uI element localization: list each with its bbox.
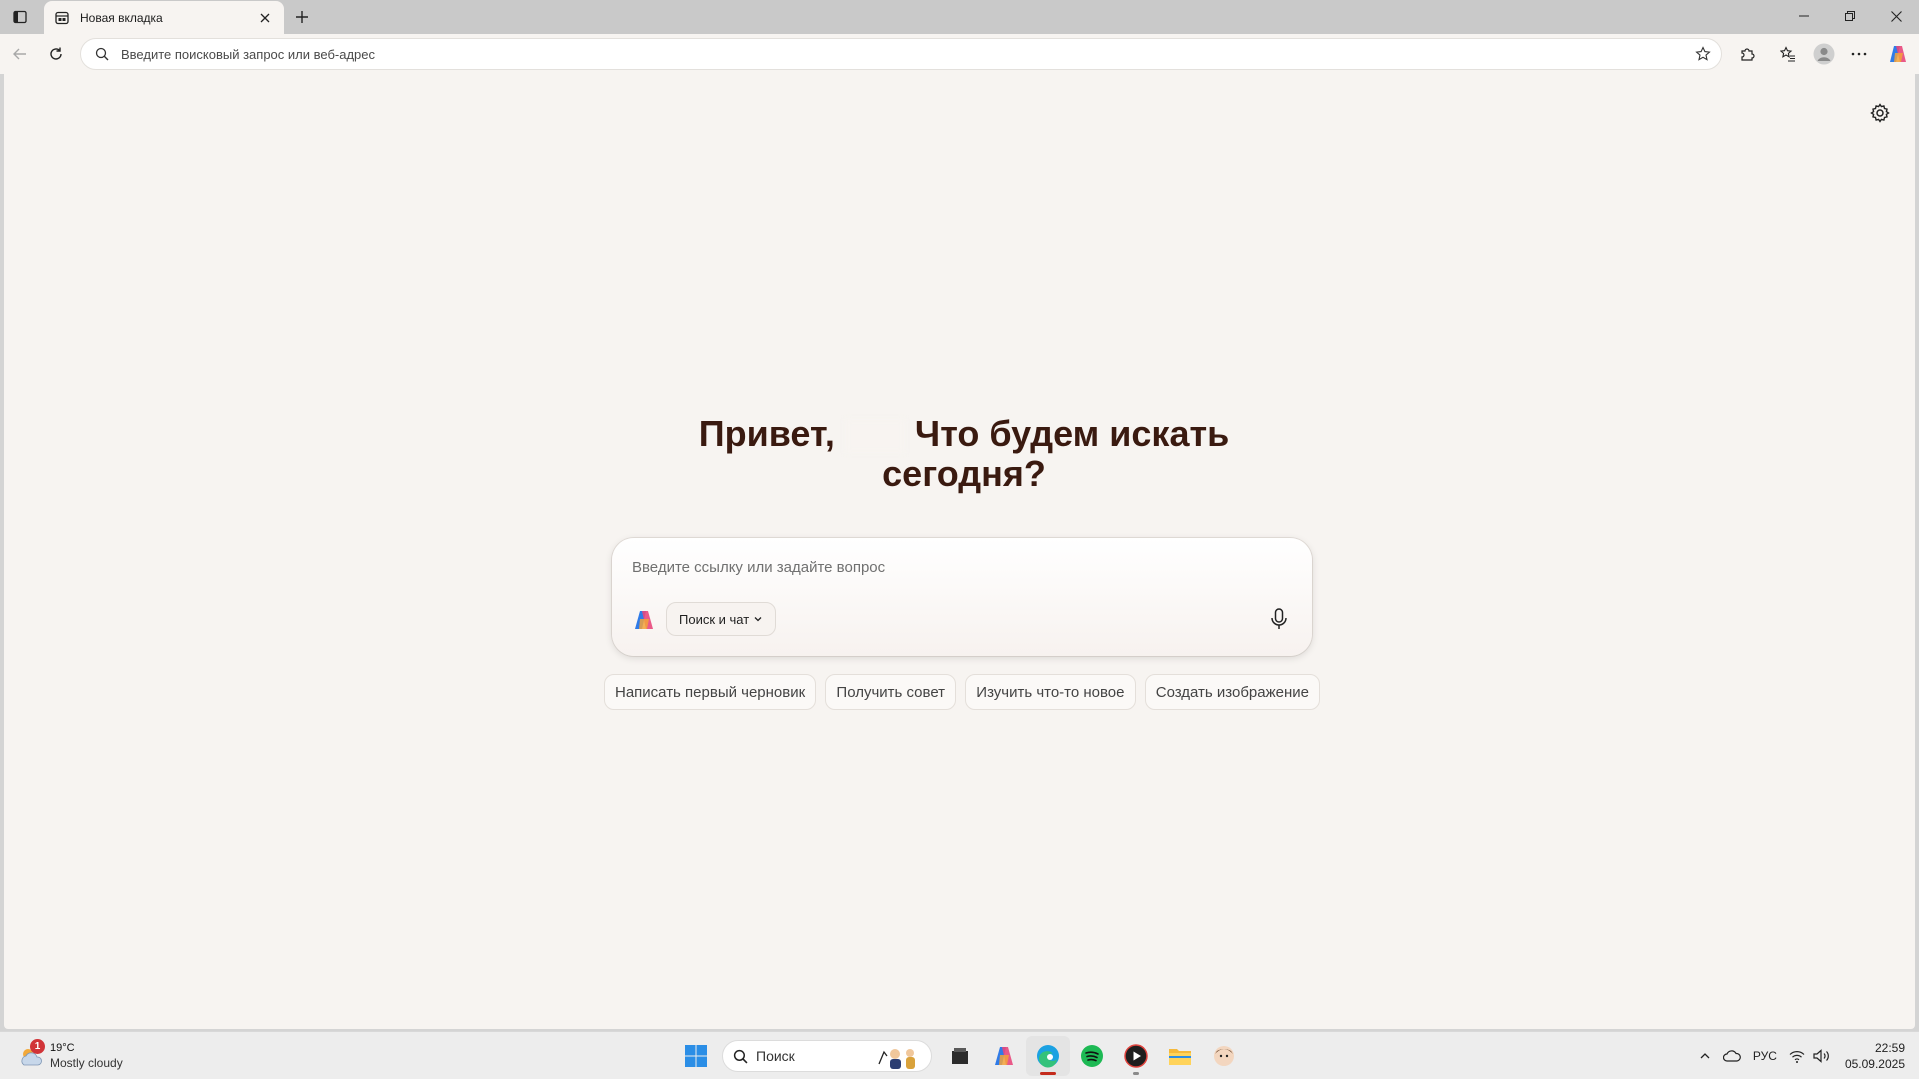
network-volume-button[interactable] bbox=[1783, 1036, 1837, 1076]
copilot-composer: Поиск и чат bbox=[612, 538, 1312, 656]
taskbar-search[interactable]: Поиск bbox=[722, 1040, 932, 1072]
weather-temperature: 19°C bbox=[50, 1042, 75, 1054]
chevron-up-icon bbox=[1700, 1053, 1710, 1059]
refresh-button[interactable] bbox=[42, 40, 70, 68]
star-icon bbox=[1695, 46, 1711, 61]
system-tray: РУС 22:59 05.09.2025 bbox=[1693, 1036, 1919, 1076]
gear-icon bbox=[1870, 103, 1890, 123]
back-button[interactable] bbox=[6, 40, 34, 68]
show-hidden-icons-button[interactable] bbox=[1693, 1036, 1717, 1076]
weather-badge: 1 bbox=[30, 1039, 45, 1054]
taskbar: 1 19°C Mostly cloudy Поиск РУС 22:59 05.… bbox=[0, 1031, 1919, 1079]
new-tab-button[interactable] bbox=[290, 5, 314, 29]
more-horizontal-icon bbox=[1851, 52, 1867, 56]
language-indicator[interactable]: РУС bbox=[1747, 1036, 1783, 1076]
weather-description: Mostly cloudy bbox=[50, 1056, 123, 1070]
tab-title: Новая вкладка bbox=[80, 10, 163, 25]
extensions-button[interactable] bbox=[1733, 40, 1761, 68]
taskbar-edge-app[interactable] bbox=[1026, 1036, 1070, 1076]
chip-get-advice[interactable]: Получить совет bbox=[825, 674, 957, 710]
microphone-icon bbox=[1271, 608, 1287, 629]
refresh-icon bbox=[50, 47, 62, 60]
taskbar-character-app[interactable] bbox=[1202, 1036, 1246, 1076]
new-tab-page-icon bbox=[54, 10, 70, 26]
taskbar-copilot-app[interactable] bbox=[982, 1036, 1026, 1076]
search-icon bbox=[733, 1049, 748, 1063]
taskbar-file-manager-app[interactable] bbox=[938, 1036, 982, 1076]
microphone-button[interactable] bbox=[1264, 604, 1294, 634]
clock[interactable]: 22:59 05.09.2025 bbox=[1837, 1040, 1919, 1072]
clock-time: 22:59 bbox=[1874, 1041, 1905, 1055]
start-button[interactable] bbox=[676, 1036, 716, 1076]
tab-new-tab[interactable]: Новая вкладка bbox=[44, 1, 284, 34]
wifi-icon bbox=[1789, 1050, 1805, 1063]
copilot-icon bbox=[1890, 46, 1906, 62]
edge-browser-icon bbox=[1037, 1045, 1059, 1068]
redacted-username bbox=[844, 419, 905, 454]
close-icon bbox=[260, 13, 270, 22]
taskbar-media-player-app[interactable] bbox=[1114, 1036, 1158, 1076]
weather-widget[interactable]: 1 19°C Mostly cloudy bbox=[16, 1038, 123, 1074]
tab-close-button[interactable] bbox=[256, 9, 274, 27]
window-controls bbox=[1781, 0, 1919, 32]
chip-create-image[interactable]: Создать изображение bbox=[1144, 674, 1320, 710]
address-placeholder[interactable]: Введите поисковый запрос или веб-адрес bbox=[121, 47, 1695, 62]
favorite-star-button[interactable] bbox=[1695, 46, 1711, 62]
copilot-button[interactable] bbox=[1884, 40, 1912, 68]
avatar-icon bbox=[1813, 43, 1835, 65]
windows-logo-icon bbox=[685, 1045, 707, 1067]
greeting-start: Привет, bbox=[698, 413, 835, 454]
taskbar-apps: Поиск bbox=[676, 1036, 1246, 1076]
favorites-list-icon bbox=[1780, 46, 1795, 62]
mode-dropdown[interactable]: Поиск и чат bbox=[666, 602, 777, 636]
cloud-sun-icon: 1 bbox=[16, 1039, 46, 1071]
taskbar-explorer-app[interactable] bbox=[1158, 1036, 1202, 1076]
greeting-end: Что будем искать сегодня? bbox=[882, 413, 1230, 494]
search-icon bbox=[95, 47, 109, 61]
terminal-icon bbox=[952, 1048, 968, 1064]
active-app-indicator bbox=[1040, 1072, 1056, 1075]
address-bar[interactable]: Введите поисковый запрос или веб-адрес bbox=[80, 38, 1722, 70]
restore-icon bbox=[1845, 11, 1855, 21]
chip-write-draft[interactable]: Написать первый черновик bbox=[604, 674, 817, 710]
restore-button[interactable] bbox=[1827, 0, 1873, 32]
tab-strip: Новая вкладка bbox=[0, 0, 1919, 34]
composer-input[interactable] bbox=[630, 552, 1270, 582]
chip-learn-something[interactable]: Изучить что-то новое bbox=[965, 674, 1136, 710]
browser-toolbar: Введите поисковый запрос или веб-адрес bbox=[0, 34, 1919, 74]
copilot-icon bbox=[635, 611, 653, 629]
volume-icon bbox=[1813, 1049, 1829, 1063]
running-app-indicator bbox=[1133, 1072, 1139, 1075]
character-avatar-icon bbox=[1214, 1046, 1234, 1066]
clock-date: 05.09.2025 bbox=[1844, 1057, 1905, 1071]
taskbar-search-label: Поиск bbox=[756, 1048, 795, 1064]
more-menu-button[interactable] bbox=[1845, 40, 1873, 68]
new-tab-page: Привет, Что будем искать сегодня? Поиск … bbox=[4, 74, 1915, 1029]
spotify-icon bbox=[1081, 1045, 1103, 1067]
search-highlight-icon bbox=[878, 1049, 915, 1069]
puzzle-icon bbox=[1741, 48, 1755, 61]
copilot-icon bbox=[995, 1047, 1013, 1065]
favorites-button[interactable] bbox=[1774, 40, 1802, 68]
plus-icon bbox=[296, 11, 308, 23]
tab-actions-button[interactable] bbox=[8, 5, 32, 29]
taskbar-spotify-app[interactable] bbox=[1070, 1036, 1114, 1076]
greeting-heading: Привет, Что будем искать сегодня? bbox=[644, 414, 1284, 494]
arrow-left-icon bbox=[13, 48, 26, 60]
onedrive-button[interactable] bbox=[1717, 1036, 1747, 1076]
minimize-button[interactable] bbox=[1781, 0, 1827, 32]
profile-button[interactable] bbox=[1810, 40, 1838, 68]
tab-actions-icon bbox=[13, 10, 27, 24]
minimize-icon bbox=[1799, 15, 1809, 17]
suggestion-chips: Написать первый черновик Получить совет … bbox=[604, 674, 1320, 712]
page-settings-button[interactable] bbox=[1865, 98, 1895, 128]
mode-label: Поиск и чат bbox=[679, 611, 750, 627]
close-icon bbox=[1890, 10, 1902, 22]
folder-icon bbox=[1169, 1049, 1191, 1065]
chevron-down-icon bbox=[754, 617, 762, 622]
cloud-icon bbox=[1722, 1050, 1741, 1062]
play-icon bbox=[1124, 1044, 1148, 1068]
close-window-button[interactable] bbox=[1873, 0, 1919, 32]
